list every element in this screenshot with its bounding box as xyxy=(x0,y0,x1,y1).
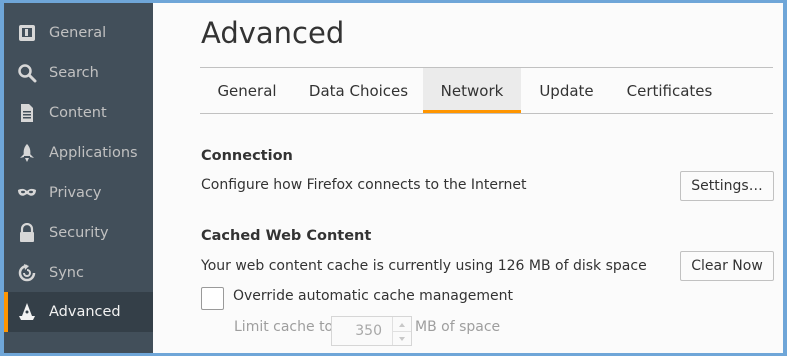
sidebar-item-applications[interactable]: Applications xyxy=(4,133,153,173)
override-cache-checkbox[interactable] xyxy=(201,287,224,310)
limit-cache-label: Limit cache to xyxy=(234,319,334,335)
sidebar-item-general[interactable]: General xyxy=(4,13,153,53)
clear-cache-button[interactable]: Clear Now xyxy=(680,251,774,281)
sidebar: General Search Content Applications Priv… xyxy=(4,3,153,353)
privacy-mask-icon xyxy=(18,188,36,196)
tab-bar: General Data Choices Network Update Cert… xyxy=(200,67,773,114)
tab-update[interactable]: Update xyxy=(521,68,612,113)
cache-size-stepper[interactable]: 350 xyxy=(331,316,412,346)
stepper-down-button[interactable] xyxy=(393,331,411,345)
sidebar-item-label: Applications xyxy=(49,145,138,161)
sidebar-item-advanced[interactable]: Advanced xyxy=(4,292,153,332)
sidebar-item-label: Search xyxy=(49,65,99,81)
sidebar-item-label: Content xyxy=(49,105,107,121)
stepper-up-button[interactable] xyxy=(393,317,411,332)
sidebar-item-search[interactable]: Search xyxy=(4,53,153,93)
sidebar-item-label: Advanced xyxy=(49,304,121,320)
chevron-down-icon xyxy=(399,337,405,341)
sidebar-item-content[interactable]: Content xyxy=(4,93,153,133)
sidebar-item-privacy[interactable]: Privacy xyxy=(4,173,153,213)
content-icon xyxy=(21,104,33,122)
sidebar-item-sync[interactable]: Sync xyxy=(4,253,153,293)
override-cache-label[interactable]: Override automatic cache management xyxy=(233,288,513,304)
tab-general[interactable]: General xyxy=(200,68,294,113)
connection-heading: Connection xyxy=(201,148,293,164)
cache-usage-description: Your web content cache is currently usin… xyxy=(201,258,647,274)
tab-certificates[interactable]: Certificates xyxy=(612,68,727,113)
general-icon xyxy=(19,25,35,41)
active-indicator xyxy=(4,292,8,332)
cache-heading: Cached Web Content xyxy=(201,228,372,244)
sidebar-item-label: Security xyxy=(49,225,109,241)
cache-size-value[interactable]: 350 xyxy=(332,317,382,345)
tab-network[interactable]: Network xyxy=(423,68,521,113)
page-title: Advanced xyxy=(201,16,345,50)
stepper-arrows xyxy=(392,317,411,345)
sidebar-item-security[interactable]: Security xyxy=(4,213,153,253)
sidebar-item-label: General xyxy=(49,25,107,41)
search-icon xyxy=(18,64,37,83)
tab-data-choices[interactable]: Data Choices xyxy=(294,68,423,113)
chevron-up-icon xyxy=(399,323,405,327)
sidebar-item-label: Privacy xyxy=(49,185,102,201)
security-lock-icon xyxy=(20,223,34,242)
sidebar-item-label: Sync xyxy=(49,265,84,281)
preferences-window: General Search Content Applications Priv… xyxy=(4,3,783,353)
cache-unit-label: MB of space xyxy=(415,319,501,335)
advanced-wizard-icon xyxy=(19,303,35,320)
main-content: Advanced General Data Choices Network Up… xyxy=(153,3,783,353)
connection-settings-button[interactable]: Settings… xyxy=(680,171,774,201)
applications-icon xyxy=(20,144,34,162)
connection-description: Configure how Firefox connects to the In… xyxy=(201,177,527,193)
sync-icon xyxy=(18,264,36,282)
